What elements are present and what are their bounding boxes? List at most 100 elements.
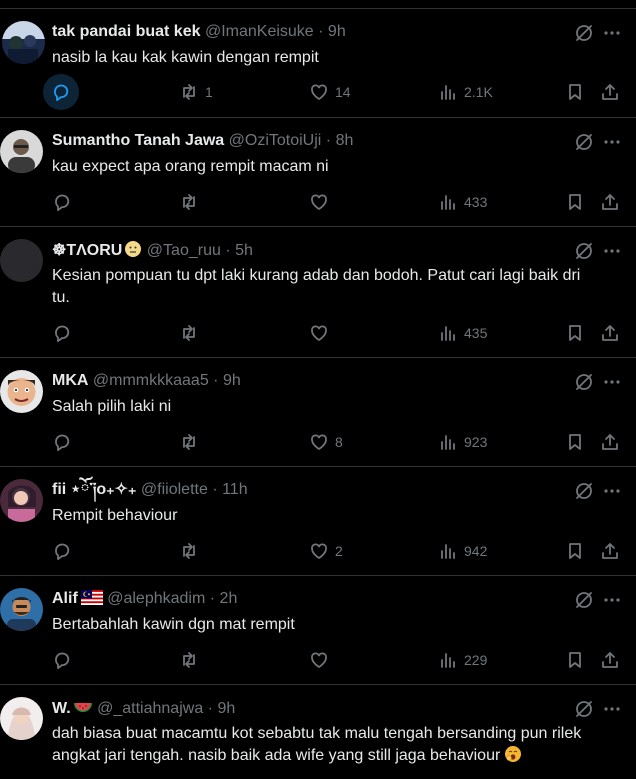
more-dots-icon[interactable] <box>602 590 622 610</box>
reply-button[interactable] <box>52 643 72 677</box>
malaysia-flag-icon <box>80 590 103 605</box>
handle[interactable]: @mmmkkkaaa5 <box>93 372 209 389</box>
like-button[interactable] <box>309 643 329 677</box>
retweet-button[interactable] <box>179 643 199 677</box>
retweet-button[interactable] <box>179 425 199 459</box>
handle[interactable]: @Tao_ruu <box>147 242 221 259</box>
retweet-button[interactable] <box>179 316 199 350</box>
timestamp[interactable]: 9h <box>328 23 346 40</box>
mute-circle-slash-icon[interactable] <box>574 372 594 392</box>
bookmark-button[interactable] <box>565 425 585 459</box>
reply-button[interactable] <box>43 74 79 110</box>
tweet-text-line: Kesian pompuan tu dpt laki kurang adab d… <box>52 267 581 284</box>
tweet-header: Sumantho Tanah Jawa @OziTotoiUji · 8h <box>52 131 556 151</box>
more-dots-icon[interactable] <box>602 23 622 43</box>
retweet-button[interactable]: 1 <box>179 75 213 109</box>
like-button[interactable]: 14 <box>309 75 351 109</box>
timestamp[interactable]: 11h <box>222 481 248 498</box>
handle[interactable]: @_attiahnajwa <box>97 700 203 717</box>
share-upload-icon <box>602 652 618 668</box>
views-button[interactable]: 435 <box>438 316 487 350</box>
reply-button[interactable] <box>52 316 72 350</box>
bookmark-button[interactable] <box>565 316 585 350</box>
display-name[interactable]: fii ⋆ོ་༏o₊✧₊ <box>52 481 136 498</box>
reply-tweet[interactable]: MKA @mmmkkkaaa5 · 9h Salah pilih laki ni… <box>0 357 636 466</box>
tweet-text-line: Salah pilih laki ni <box>52 398 172 415</box>
like-button[interactable] <box>309 185 329 219</box>
tweet-header: MKA @mmmkkkaaa5 · 9h <box>52 371 556 391</box>
views-button[interactable]: 2.1K <box>438 75 493 109</box>
retweet-icon <box>183 194 195 210</box>
tweet-header: W. @_attiahnajwa · 9h <box>52 698 556 719</box>
bookmark-button[interactable] <box>565 185 585 219</box>
handle[interactable]: @alephkadim <box>107 590 205 607</box>
like-button[interactable]: 2 <box>309 534 343 568</box>
more-dots-icon[interactable] <box>602 372 622 392</box>
handle[interactable]: @fiiolette <box>141 481 208 498</box>
timestamp[interactable]: 9h <box>223 372 241 389</box>
retweet-button[interactable] <box>179 185 199 219</box>
display-name[interactable]: tak pandai buat kek <box>52 23 201 40</box>
timestamp[interactable]: 2h <box>220 590 238 607</box>
more-dots-icon[interactable] <box>602 241 622 261</box>
avatar[interactable] <box>0 239 43 282</box>
views-button[interactable]: 433 <box>438 185 487 219</box>
bookmark-button[interactable] <box>565 643 585 677</box>
mute-circle-slash-icon[interactable] <box>574 481 594 501</box>
more-dots-icon[interactable] <box>602 699 622 719</box>
reply-tweet[interactable]: Sumantho Tanah Jawa @OziTotoiUji · 8h ka… <box>0 117 636 226</box>
share-button[interactable] <box>600 75 620 109</box>
views-count: 2.1K <box>464 84 493 100</box>
mute-circle-slash-icon[interactable] <box>574 241 594 261</box>
avatar[interactable] <box>0 588 43 631</box>
mute-circle-slash-icon[interactable] <box>574 23 594 43</box>
share-upload-icon <box>602 543 618 559</box>
handle[interactable]: @ImanKeisuke <box>205 23 314 40</box>
timestamp[interactable]: 8h <box>336 132 354 149</box>
reply-button[interactable] <box>52 534 72 568</box>
reply-tweet[interactable]: ☸︎TΛORU @Tao_ruu · 5h Kesian pompuan tu … <box>0 226 636 357</box>
display-name[interactable]: MKA <box>52 372 88 389</box>
reply-tweet[interactable]: tak pandai buat kek @ImanKeisuke · 9h na… <box>0 8 636 117</box>
display-name[interactable]: ☸︎TΛORU <box>52 242 122 259</box>
views-button[interactable]: 942 <box>438 534 487 568</box>
views-bars-icon <box>441 195 455 210</box>
more-dots-icon[interactable] <box>602 481 622 501</box>
mute-circle-slash-icon[interactable] <box>574 699 594 719</box>
share-button[interactable] <box>600 643 620 677</box>
timestamp[interactable]: 5h <box>235 242 253 259</box>
reply-button[interactable] <box>52 425 72 459</box>
avatar[interactable] <box>0 130 43 173</box>
tweet-text-line: dah biasa buat macamtu kot sebabtu tak m… <box>52 725 582 742</box>
like-button[interactable] <box>309 316 329 350</box>
reply-tweet[interactable]: Alif @alephkadim · 2h Bertabahlah kawin … <box>0 575 636 684</box>
display-name[interactable]: Sumantho Tanah Jawa <box>52 132 224 149</box>
more-dots-icon[interactable] <box>602 132 622 152</box>
avatar[interactable] <box>2 21 45 64</box>
avatar[interactable] <box>0 697 43 740</box>
share-button[interactable] <box>600 185 620 219</box>
display-name[interactable]: Alif <box>52 590 78 607</box>
retweet-button[interactable] <box>179 534 199 568</box>
avatar[interactable] <box>0 479 43 522</box>
mute-circle-slash-icon[interactable] <box>574 590 594 610</box>
reply-tweet[interactable]: fii ⋆ོ་༏o₊✧₊ @fiiolette · 11h Rempit beh… <box>0 466 636 575</box>
share-button[interactable] <box>600 316 620 350</box>
retweet-icon <box>183 84 195 100</box>
reply-tweet[interactable]: W. @_attiahnajwa · 9h dah biasa buat mac… <box>0 684 636 779</box>
like-button[interactable]: 8 <box>309 425 343 459</box>
display-name[interactable]: W. <box>52 700 71 717</box>
views-button[interactable]: 923 <box>438 425 487 459</box>
handle[interactable]: @OziTotoiUji <box>229 132 322 149</box>
views-button[interactable]: 229 <box>438 643 487 677</box>
mute-circle-slash-icon[interactable] <box>574 132 594 152</box>
reply-button[interactable] <box>52 185 72 219</box>
bookmark-button[interactable] <box>565 75 585 109</box>
share-button[interactable] <box>600 425 620 459</box>
avatar[interactable] <box>0 370 43 413</box>
share-button[interactable] <box>600 534 620 568</box>
reply-highlight[interactable] <box>43 74 79 110</box>
bookmark-button[interactable] <box>565 534 585 568</box>
timestamp[interactable]: 9h <box>217 700 235 717</box>
views-bars-icon <box>441 653 455 668</box>
